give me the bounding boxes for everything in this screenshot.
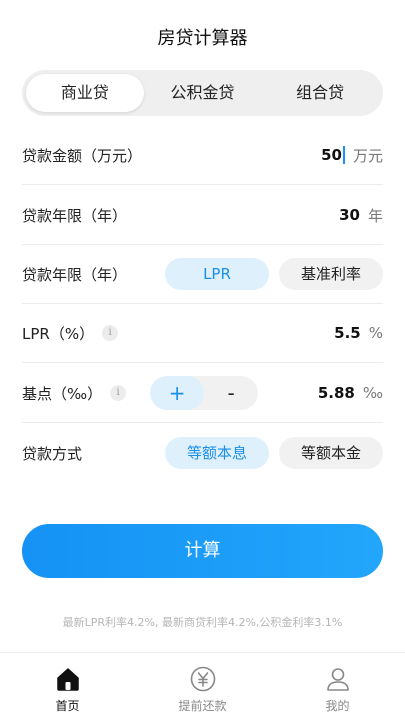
tab-commercial-loan[interactable]: 商业贷 xyxy=(26,74,144,112)
basis-minus-button[interactable]: - xyxy=(204,376,258,410)
basis-points-stepper: + - xyxy=(150,376,259,410)
loan-amount-unit: 万元 xyxy=(352,146,383,165)
rate-type-label: 贷款年限（年） xyxy=(22,265,128,284)
rate-footnote: 最新LPR利率4.2%, 最新商贷利率4.2%,公积金利率3.1% xyxy=(62,616,343,629)
tab-prepayment-label: 提前还款 xyxy=(178,699,227,713)
lpr-label: LPR（%） xyxy=(22,324,95,343)
tab-prepayment[interactable]: 提前还款 xyxy=(135,653,270,720)
rate-type-row: 贷款年限（年） LPR 基准利率 xyxy=(0,244,405,304)
loan-term-label: 贷款年限（年） xyxy=(22,206,128,225)
rate-option-benchmark[interactable]: 基准利率 xyxy=(279,258,383,290)
info-icon[interactable]: i xyxy=(110,385,127,401)
tab-mine[interactable]: 我的 xyxy=(270,653,405,720)
loan-amount-input[interactable]: 50 xyxy=(321,146,345,165)
tab-home-label: 首页 xyxy=(55,699,80,713)
loan-amount-row: 贷款金额（万元） 50 万元 xyxy=(0,125,405,185)
basis-points-label: 基点（‰） xyxy=(22,384,103,403)
basis-points-row: 基点（‰） i + - 5.88 ‰ xyxy=(0,363,405,423)
text-cursor xyxy=(342,146,345,165)
rate-option-lpr[interactable]: LPR xyxy=(165,258,269,290)
repayment-method-label: 贷款方式 xyxy=(22,444,83,463)
lpr-row: LPR（%） i 5.5 % xyxy=(0,303,405,363)
home-icon xyxy=(56,668,79,691)
repayment-method-row: 贷款方式 等额本息 等额本金 xyxy=(0,423,405,483)
lpr-unit: % xyxy=(368,324,383,342)
tab-provident-fund-loan[interactable]: 公积金贷 xyxy=(144,74,262,112)
basis-points-value[interactable]: 5.88 xyxy=(318,384,355,402)
loan-term-unit: 年 xyxy=(367,206,383,225)
tab-home[interactable]: 首页 xyxy=(0,653,135,720)
loan-amount-label: 贷款金额（万元） xyxy=(22,146,143,165)
bottom-tab-bar: 首页 提前还款 我的 xyxy=(0,652,405,720)
loan-term-row: 贷款年限（年） 30 年 xyxy=(0,185,405,245)
info-icon[interactable]: i xyxy=(102,325,119,341)
loan-term-input[interactable]: 30 xyxy=(339,206,360,224)
method-option-equal-installment[interactable]: 等额本息 xyxy=(165,437,269,469)
loan-type-segmented-control: 商业贷 公积金贷 组合贷 xyxy=(22,70,383,116)
basis-points-unit: ‰ xyxy=(362,384,383,402)
yuan-icon xyxy=(190,666,215,692)
lpr-value-input[interactable]: 5.5 xyxy=(334,324,361,342)
method-option-equal-principal[interactable]: 等额本金 xyxy=(279,437,383,469)
tab-combined-loan[interactable]: 组合贷 xyxy=(261,74,379,112)
user-icon xyxy=(326,668,349,691)
page-title: 房贷计算器 xyxy=(157,28,248,49)
tab-mine-label: 我的 xyxy=(325,699,350,713)
basis-plus-button[interactable]: + xyxy=(150,376,205,410)
calculate-button[interactable]: 计算 xyxy=(22,524,383,578)
